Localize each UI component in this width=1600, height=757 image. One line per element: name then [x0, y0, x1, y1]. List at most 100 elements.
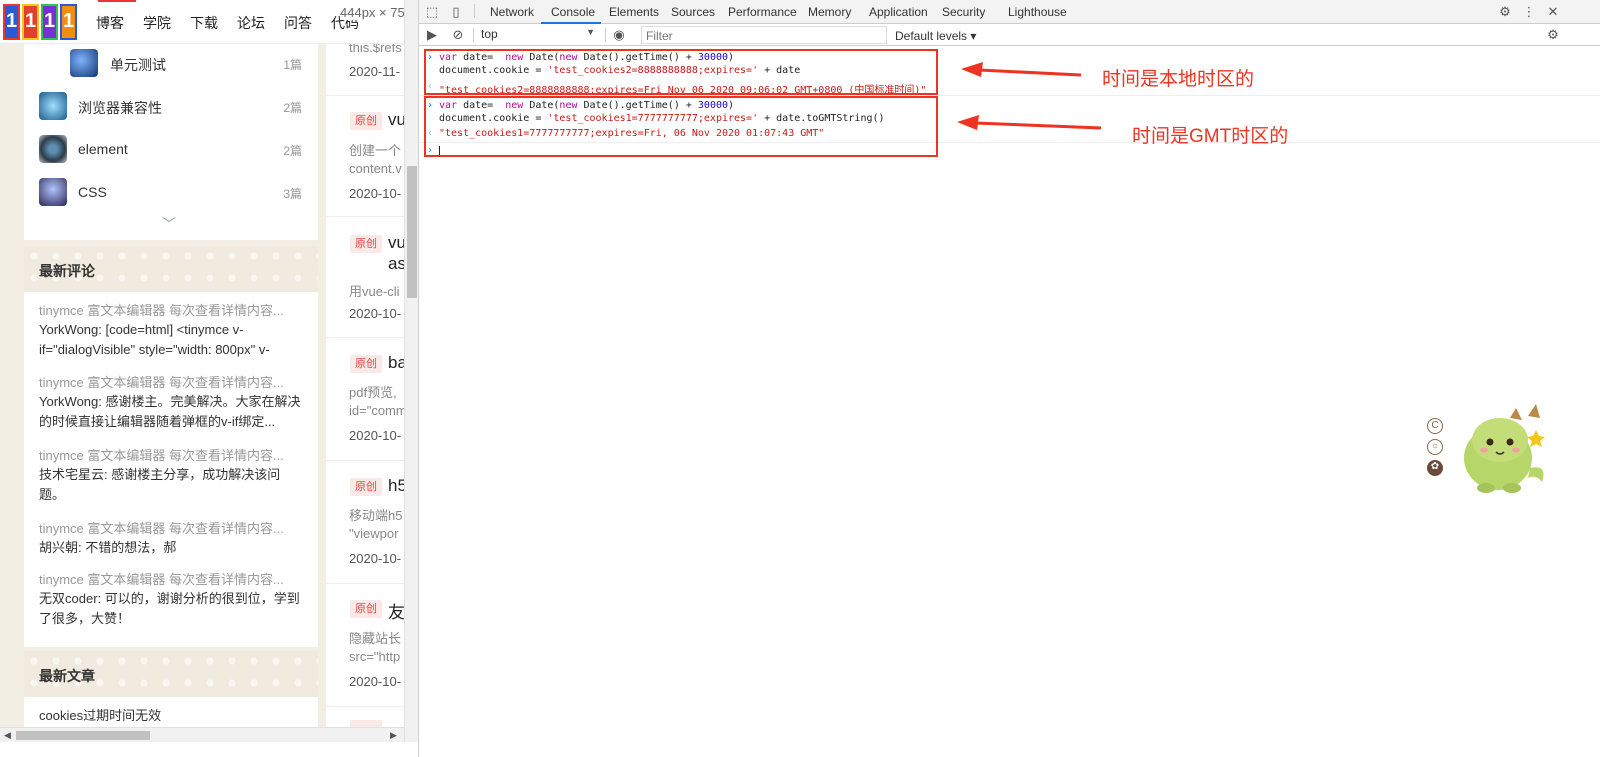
web-page: 1111 博客 学院 下载 论坛 问答 代码 444px × 757px 单元测… — [0, 0, 410, 757]
category-name: element — [78, 141, 128, 157]
article-title[interactable]: vu — [388, 233, 404, 253]
tab-application[interactable]: Application — [869, 5, 928, 19]
comment-text: 胡兴朝: 不错的想法，郝 — [39, 540, 177, 555]
more-options-icon[interactable]: ⋮ — [1521, 4, 1537, 20]
copyright-icon[interactable]: C — [1427, 418, 1443, 434]
annotation-arrow-icon — [957, 115, 1102, 130]
vertical-scrollbar[interactable] — [404, 0, 418, 742]
category-item[interactable]: 浏览器兼容性 2篇 — [24, 88, 318, 124]
comment-article-link[interactable]: tinymce 富文本编辑器 每次查看详情内容... — [39, 300, 305, 319]
comment-article-link[interactable]: tinymce 富文本编辑器 每次查看详情内容... — [39, 445, 305, 464]
category-count: 1篇 — [283, 58, 302, 72]
article-date: 2020-10- — [349, 186, 402, 201]
annotation-box-gmt — [424, 96, 938, 157]
nav-item-forum[interactable]: 论坛 — [237, 13, 265, 33]
category-card: 单元测试 1篇 浏览器兼容性 2篇 element 2篇 CSS 3篇 ﹀ — [24, 44, 318, 240]
latest-article-link[interactable]: cookies过期时间无效 — [39, 705, 161, 724]
comment-article-link[interactable]: tinymce 富文本编辑器 每次查看详情内容... — [39, 372, 305, 391]
tab-network[interactable]: Network — [490, 5, 534, 19]
article-desc: id="comm — [349, 403, 404, 418]
close-icon[interactable]: ✕ — [1545, 4, 1561, 20]
article-list: this.$refs 2020-11- 原创 vu 创建一个 content.v… — [326, 44, 404, 757]
category-item[interactable]: 单元测试 1篇 — [24, 45, 318, 81]
recent-comments-card: tinymce 富文本编辑器 每次查看详情内容... YorkWong: [co… — [24, 292, 318, 647]
article-item[interactable]: 原创 ba pdf预览, id="comm 2020-10- — [326, 338, 404, 460]
scroll-right-icon[interactable]: ▶ — [390, 730, 397, 741]
tab-memory[interactable]: Memory — [808, 5, 851, 19]
nav-item-qa[interactable]: 问答 — [284, 13, 312, 33]
nav-item-blog[interactable]: 博客 — [96, 13, 124, 33]
annotation-local-timezone: 时间是本地时区的 — [1102, 69, 1255, 90]
sidebar: 单元测试 1篇 浏览器兼容性 2篇 element 2篇 CSS 3篇 ﹀ 最新 — [24, 44, 318, 757]
comment-article-link[interactable]: tinymce 富文本编辑器 每次查看详情内容... — [39, 569, 305, 588]
divider — [474, 4, 475, 18]
tab-console[interactable]: Console — [551, 5, 595, 19]
live-expression-eye-icon[interactable]: ◉ — [611, 27, 627, 43]
context-selector[interactable]: top ▼ — [481, 27, 599, 43]
category-name: 浏览器兼容性 — [78, 100, 162, 116]
console-settings-gear-icon[interactable]: ⚙ — [1545, 27, 1561, 43]
category-item[interactable]: CSS 3篇 — [24, 174, 318, 210]
category-name: 单元测试 — [110, 57, 166, 73]
tab-security[interactable]: Security — [942, 5, 985, 19]
article-title[interactable]: vu — [388, 110, 404, 130]
horizontal-scrollbar[interactable]: ◀ ▶ — [0, 727, 404, 742]
dropdown-arrow-icon: ▼ — [586, 27, 595, 37]
scroll-left-icon[interactable]: ◀ — [4, 730, 11, 741]
article-title[interactable]: 友 — [388, 598, 404, 623]
recent-articles-title: 最新文章 — [39, 668, 95, 684]
category-thumbnail — [70, 49, 98, 77]
category-name: CSS — [78, 184, 107, 200]
divider — [605, 28, 606, 42]
vertical-scroll-thumb[interactable] — [407, 166, 417, 298]
inspect-element-icon[interactable]: ⬚ — [424, 4, 440, 20]
article-date: 2020-10- — [349, 306, 402, 321]
comment-article-link[interactable]: tinymce 富文本编辑器 每次查看详情内容... — [39, 518, 305, 537]
annotation-box-local — [424, 49, 938, 95]
dragon-mascot-icon[interactable] — [1456, 400, 1552, 500]
comment-text: 无双coder: 可以的，谢谢分析的很到位，学到了很多，大赞！ — [39, 591, 300, 626]
article-title[interactable]: h5 — [388, 476, 404, 496]
filter-input[interactable] — [646, 29, 876, 43]
article-title-line2[interactable]: as — [388, 254, 404, 274]
article-item[interactable]: this.$refs 2020-11- — [326, 44, 404, 96]
expand-chevron-icon[interactable]: ﹀ — [162, 214, 176, 234]
devtools-panel: ⬚ ▯ Network Console Elements Sources Per… — [418, 0, 1600, 757]
article-desc: "viewpor — [349, 526, 399, 541]
nav-active-indicator — [98, 0, 136, 2]
log-levels-dropdown[interactable]: Default levels ▾ — [895, 29, 976, 43]
article-desc: 创建一个 — [349, 143, 402, 158]
sidebar-toggle-icon[interactable]: ▶ — [424, 27, 440, 43]
article-date: 2020-11- — [349, 64, 401, 79]
nav-item-download[interactable]: 下载 — [190, 13, 218, 33]
article-item[interactable]: 原创 h5 移动端h5 "viewpor 2020-10- — [326, 461, 404, 583]
tab-sources[interactable]: Sources — [671, 5, 715, 19]
horizontal-scroll-thumb[interactable] — [16, 731, 150, 740]
circle-icon[interactable]: ○ — [1427, 439, 1443, 455]
article-desc: 隐藏站长 — [349, 631, 402, 646]
tab-performance[interactable]: Performance — [728, 5, 797, 19]
site-logo[interactable]: 1111 — [2, 4, 78, 40]
article-item[interactable]: 原创 友 隐藏站长 src="http 2020-10- — [326, 584, 404, 706]
nav-item-academy[interactable]: 学院 — [143, 13, 171, 33]
article-item[interactable]: 原创 vu 创建一个 content.v 2020-10- — [326, 96, 404, 216]
tab-elements[interactable]: Elements — [609, 5, 659, 19]
article-desc: pdf预览, — [349, 385, 397, 400]
filter-box[interactable] — [641, 26, 887, 44]
share-icon[interactable]: ✿ — [1427, 460, 1443, 476]
device-toolbar-icon[interactable]: ▯ — [448, 4, 464, 20]
original-badge: 原创 — [350, 112, 382, 130]
context-value: top — [481, 27, 498, 41]
article-date: 2020-10- — [349, 551, 402, 566]
article-item[interactable]: 原创 vu as 用vue-cli 2020-10- — [326, 217, 404, 337]
annotation-arrow-icon — [961, 62, 1082, 77]
category-item[interactable]: element 2篇 — [24, 131, 318, 167]
article-date: 2020-10- — [349, 674, 402, 689]
settings-gear-icon[interactable]: ⚙ — [1497, 4, 1513, 20]
console-toolbar: ▶ ⊘ top ▼ ◉ Default levels ▾ ⚙ — [419, 24, 1600, 46]
comment-text: YorkWong: [code=html] <tinymce v-if="dia… — [39, 322, 270, 357]
clear-console-icon[interactable]: ⊘ — [450, 27, 466, 43]
tab-lighthouse[interactable]: Lighthouse — [1008, 5, 1067, 19]
article-title[interactable]: ba — [388, 353, 404, 373]
article-desc: 用vue-cli — [349, 284, 400, 299]
